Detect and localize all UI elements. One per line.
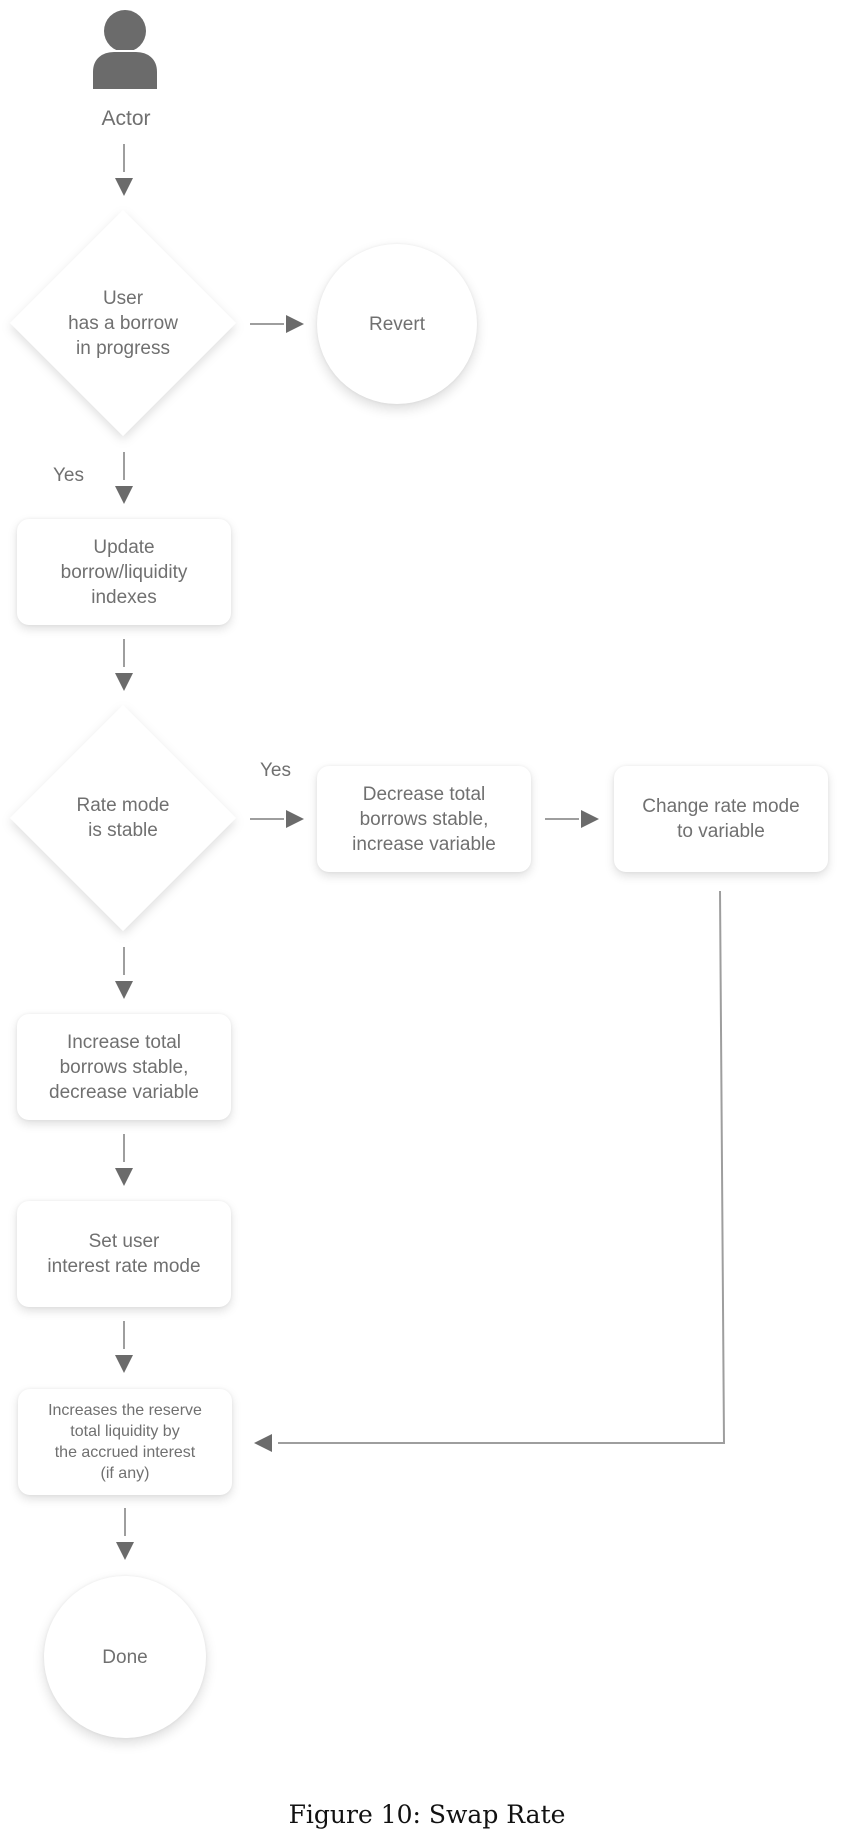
revert-label: Revert bbox=[369, 313, 425, 335]
edge-label-yes-right: Yes bbox=[260, 760, 291, 781]
increase-stable-label: Increase total borrows stable, decrease … bbox=[49, 1031, 199, 1103]
arrow-decision-to-revert bbox=[250, 315, 304, 333]
actor-label: Actor bbox=[101, 106, 151, 130]
user-icon bbox=[91, 10, 159, 91]
update-indexes-label: Update borrow/liquidity indexes bbox=[60, 536, 188, 608]
decision-borrow-label: User has a borrow in progress bbox=[68, 287, 178, 359]
arrow-liquidity-to-done bbox=[116, 1508, 134, 1560]
arrow-change-to-liquidity bbox=[254, 890, 726, 1452]
arrow-set-to-liquidity bbox=[115, 1321, 133, 1373]
decrease-stable-label: Decrease total borrows stable, increase … bbox=[352, 783, 496, 855]
arrow-update-to-rate-decision bbox=[115, 639, 133, 691]
actor bbox=[88, 6, 162, 91]
arrow-rate-decision-to-decrease bbox=[250, 810, 304, 828]
arrow-increase-to-set bbox=[115, 1134, 133, 1186]
arrow-actor-to-decision bbox=[115, 144, 133, 196]
change-to-variable-label: Change rate mode to variable bbox=[642, 796, 800, 842]
edge-label-yes-down: Yes bbox=[53, 465, 84, 486]
increase-liquidity-label: Increases the reserve total liquidity by… bbox=[48, 1402, 202, 1482]
set-rate-mode-label: Set user interest rate mode bbox=[47, 1231, 201, 1277]
arrow-decrease-to-change bbox=[545, 810, 599, 828]
arrow-decision-to-update bbox=[115, 452, 133, 504]
decision-rate-mode-label: Rate mode is stable bbox=[76, 795, 170, 841]
figure-caption: Figure 10: Swap Rate bbox=[288, 1800, 566, 1829]
done-label: Done bbox=[102, 1646, 148, 1668]
arrow-rate-decision-to-increase bbox=[115, 947, 133, 999]
